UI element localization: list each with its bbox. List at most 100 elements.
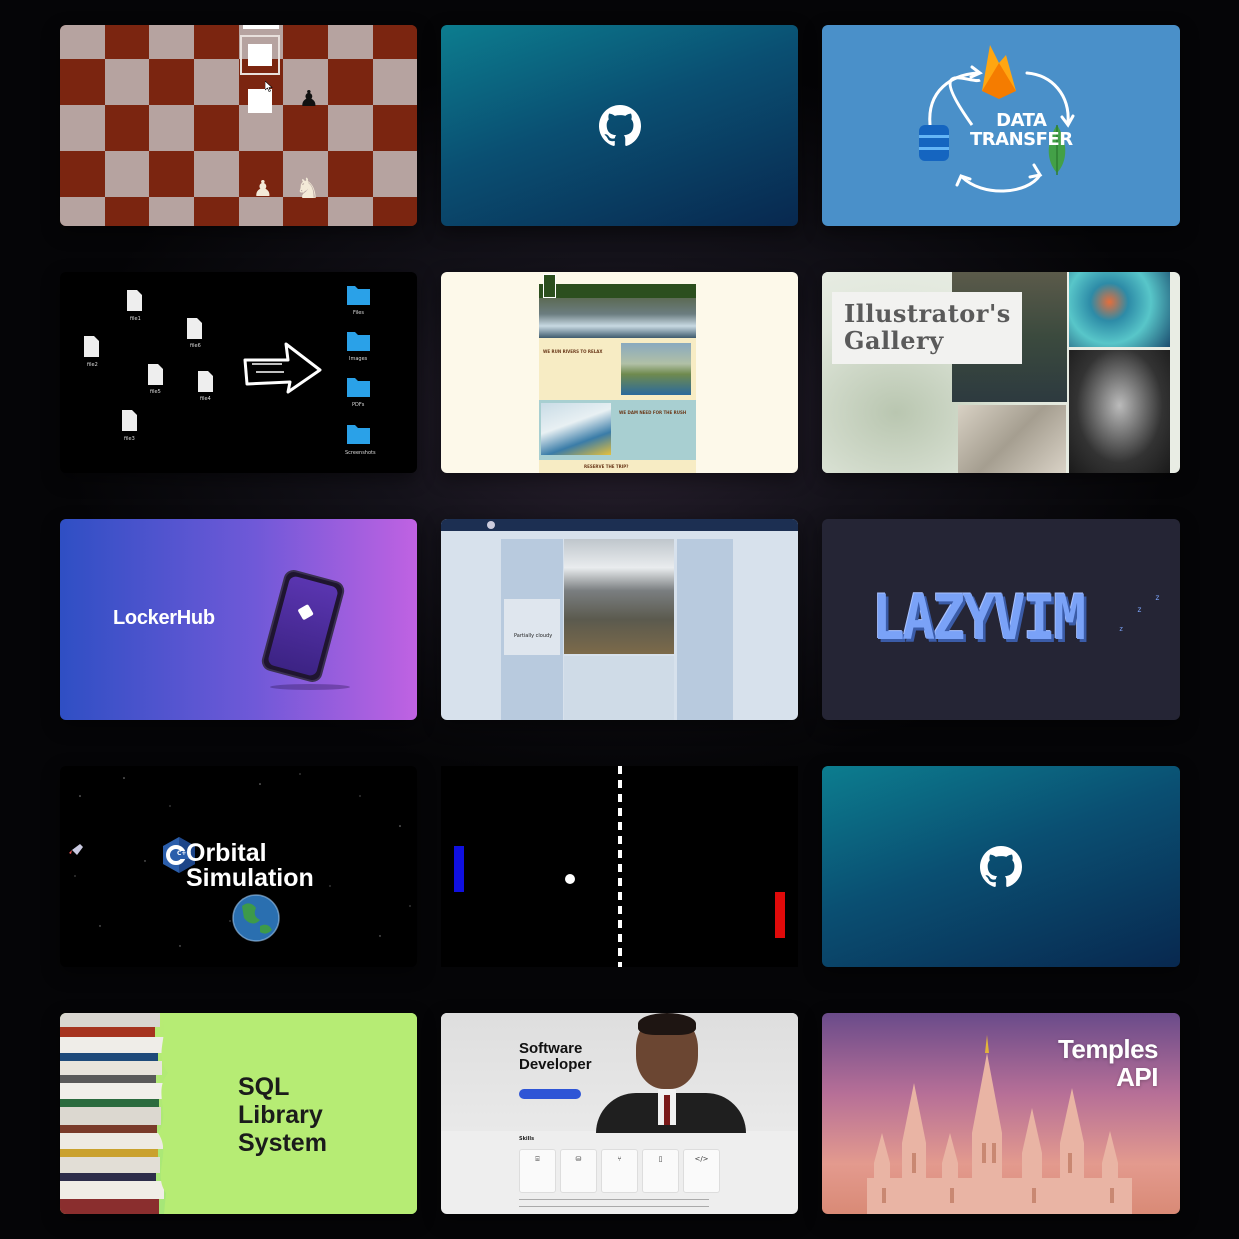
phone-shadow — [270, 684, 350, 690]
river-hero-image — [539, 298, 696, 338]
chess-board — [60, 25, 417, 226]
earth-icon — [232, 894, 280, 942]
folder-label: Screenshots — [345, 450, 376, 456]
file-organizer-graphic — [84, 286, 370, 444]
gallery-portrait — [1069, 350, 1170, 473]
github-button[interactable] — [519, 1089, 581, 1099]
skill-card: ⑂ — [601, 1149, 638, 1193]
ball — [565, 874, 575, 884]
mobile-icon: ▯ — [658, 1155, 663, 1163]
sleep-z: z — [1137, 605, 1142, 614]
white-knight-icon: ♞ — [295, 172, 321, 205]
project-card-file-organizer[interactable]: file1 file2 file3 file4 file5 file6 File… — [60, 272, 417, 473]
black-pawn-icon: ♟ — [299, 87, 319, 112]
phone-mockup — [259, 567, 347, 685]
pong-game — [454, 766, 785, 967]
cursor-icon — [265, 81, 273, 92]
utah-article — [564, 656, 674, 720]
file-icon — [127, 290, 142, 311]
sql-library-title: SQL Library System — [238, 1073, 327, 1157]
utah-right-col — [677, 539, 733, 720]
folder-label: Files — [353, 310, 364, 316]
skills-heading: Skills — [519, 1136, 535, 1142]
river-site-header — [539, 284, 696, 298]
project-card-sql-library[interactable]: SQL Library System — [60, 1013, 417, 1214]
file-icon — [84, 336, 99, 357]
project-card-chess[interactable]: ♟ ♟ ♞ — [60, 25, 417, 226]
file-icon — [122, 410, 137, 431]
project-card-lockerhub[interactable]: LockerHub — [60, 519, 417, 720]
project-card-pong[interactable] — [441, 766, 798, 967]
skill-card: ⌸ — [519, 1149, 556, 1193]
project-grid: ♟ ♟ ♞ DATA TRANSFER file1 file2 file3 fi… — [60, 25, 1180, 1214]
folder-icon — [347, 332, 370, 351]
project-card-github-2[interactable] — [822, 766, 1180, 967]
selected-piece — [248, 44, 272, 66]
database-icon: ⛁ — [575, 1155, 582, 1163]
skill-card: </> — [683, 1149, 720, 1193]
project-card-data-transfer[interactable]: DATA TRANSFER — [822, 25, 1180, 226]
project-card-github-1[interactable] — [441, 25, 798, 226]
gallery-painting-abstract — [1069, 272, 1170, 347]
orbital-title: Orbital Simulation — [186, 839, 314, 892]
river-site-logo — [543, 274, 556, 298]
code-icon: ⌸ — [535, 1155, 540, 1163]
sleep-z: z — [1119, 625, 1124, 633]
white-pawn-icon: ♟ — [253, 177, 273, 202]
file-label: file6 — [190, 343, 201, 349]
file-icon — [187, 318, 202, 339]
river-heading-2: WE DAM NEED FOR THE RUSH — [619, 410, 687, 415]
file-label: file4 — [200, 396, 211, 402]
river-image-3 — [541, 403, 611, 455]
river-image-2 — [621, 343, 691, 395]
project-card-software-developer[interactable]: Software Developer Skills ⌸ ⛁ ⑂ ▯ </> — [441, 1013, 798, 1214]
project-card-river-rafting[interactable]: WE RUN RIVERS TO RELAX WE DAM NEED FOR T… — [441, 272, 798, 473]
file-label: file3 — [124, 436, 135, 442]
folder-label: Images — [349, 356, 368, 362]
gallery-sketch — [958, 405, 1066, 473]
project-card-orbital-simulation[interactable]: C++ Orbital Simulation — [60, 766, 417, 967]
lockerhub-title: LockerHub — [113, 607, 215, 629]
file-label: file2 — [87, 362, 98, 368]
river-heading-1: WE RUN RIVERS TO RELAX — [543, 349, 603, 354]
dev-portrait — [596, 1013, 746, 1133]
project-card-lazyvim[interactable]: LAZYVIM z z z — [822, 519, 1180, 720]
sleep-z: z — [1155, 593, 1160, 602]
project-card-utah-guide[interactable]: Partially cloudy — [441, 519, 798, 720]
folder-icon — [347, 378, 370, 397]
data-transfer-title: DATA TRANSFER — [970, 110, 1073, 150]
git-branch-icon: ⑂ — [617, 1155, 622, 1163]
file-icon — [148, 364, 163, 385]
utah-mountain-image — [564, 539, 674, 654]
temples-api-title: Temples API — [1057, 1034, 1159, 1092]
project-card-temples-api[interactable]: Temples API — [822, 1013, 1180, 1214]
file-label: file1 — [130, 316, 141, 322]
folder-label: PDFs — [352, 402, 365, 408]
gallery-title: Illustrator's Gallery — [844, 299, 1011, 355]
web-code-icon: </> — [694, 1155, 709, 1163]
file-icon — [198, 371, 213, 392]
database-icon — [919, 125, 949, 161]
dev-title: Software Developer — [519, 1040, 592, 1073]
folder-icon — [347, 425, 370, 444]
project-card-illustrators-gallery[interactable]: Illustrator's Gallery — [822, 272, 1180, 473]
folder-icon — [347, 286, 370, 305]
firebase-icon — [982, 45, 1016, 99]
lazyvim-title: LAZYVIM — [872, 581, 1086, 654]
arrow-icon — [243, 342, 322, 394]
github-icon — [598, 104, 641, 146]
right-paddle — [775, 892, 785, 938]
chess-piece-white-square — [248, 89, 272, 113]
dev-about-text — [519, 1199, 709, 1207]
left-paddle — [454, 846, 464, 892]
skill-card: ▯ — [642, 1149, 679, 1193]
utah-weather-text: Partially cloudy — [514, 633, 553, 639]
rocket-icon — [69, 844, 83, 855]
top-edge-marker — [243, 25, 279, 29]
river-cta[interactable]: RESERVE THE TRIP? — [584, 464, 628, 469]
skill-card: ⛁ — [560, 1149, 597, 1193]
utah-nav-logo — [487, 521, 495, 529]
utah-weather-card — [504, 599, 560, 655]
github-icon — [980, 845, 1022, 887]
angel-statue — [985, 1035, 989, 1053]
